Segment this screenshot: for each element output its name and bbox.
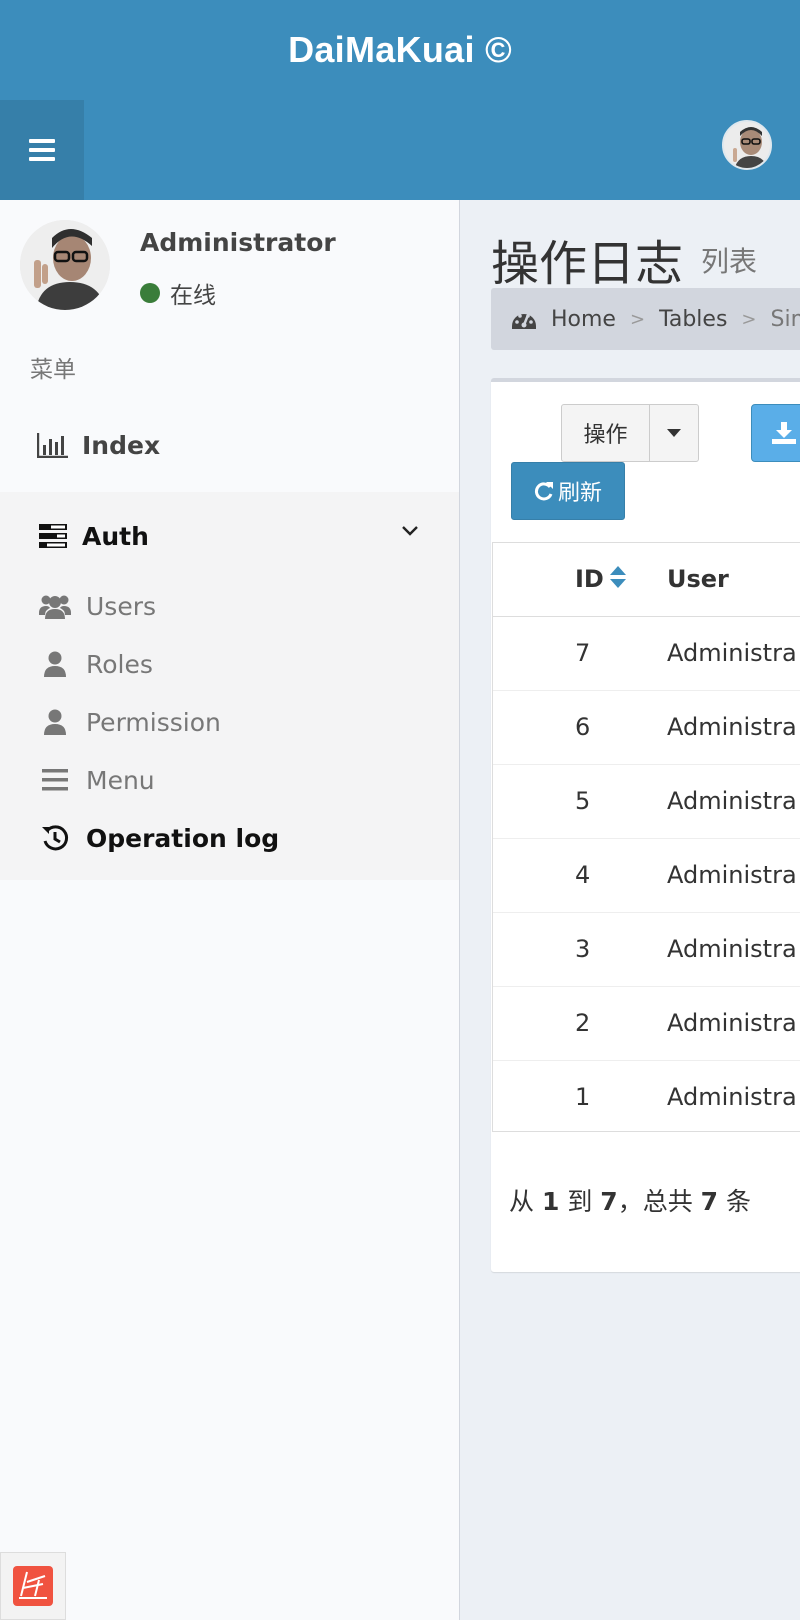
column-header-id[interactable]: ID (575, 565, 626, 594)
user-status-label: 在线 (170, 283, 216, 309)
brand-bar: DaiMaKuai © (0, 0, 800, 100)
hamburger-icon (29, 139, 55, 161)
sidebar-toggle-button[interactable] (0, 100, 84, 200)
cell-id: 2 (575, 1009, 591, 1037)
grid-box: 操作 刷新 ID User 7 Administra 6 Administra (491, 378, 800, 1272)
content: 操作日志 列表 Home > Tables > Simp 操作 刷新 ID Us… (461, 200, 800, 1620)
dashboard-icon (511, 308, 537, 330)
brand-title[interactable]: DaiMaKuai © (288, 29, 512, 71)
menu-header: 菜单 (30, 357, 76, 383)
cell-user: Administra (667, 787, 797, 815)
cell-user: Administra (667, 713, 797, 741)
table-row: 2 Administra (493, 987, 800, 1061)
breadcrumb-current: Simp (770, 306, 800, 332)
cell-id: 5 (575, 787, 591, 815)
page-subtitle: 列表 (701, 245, 758, 278)
history-icon (38, 821, 72, 855)
user-icon (38, 705, 72, 739)
cell-id: 1 (575, 1083, 591, 1111)
sidebar-item-index[interactable]: Index (0, 415, 459, 475)
sidebar-item-auth[interactable]: Auth (0, 492, 459, 580)
sidebar-item-label: Permission (86, 707, 221, 737)
table-row: 6 Administra (493, 691, 800, 765)
table-row: 1 Administra (493, 1061, 800, 1135)
page-title: 操作日志 (491, 236, 684, 292)
sidebar-item-label: Users (86, 591, 157, 621)
user-avatar (20, 220, 110, 310)
breadcrumb: Home > Tables > Simp (491, 288, 800, 350)
user-icon (38, 647, 72, 681)
bar-chart-icon (36, 428, 70, 462)
sidebar-item-permission[interactable]: Permission (0, 694, 459, 750)
table-row: 5 Administra (493, 765, 800, 839)
user-panel: Administrator 在线 (0, 200, 460, 330)
sidebar: Administrator 在线 菜单 Index Auth Users Rol… (0, 200, 460, 1620)
sidebar-item-operation-log[interactable]: Operation log (0, 810, 459, 866)
laravel-logo-icon (13, 1566, 53, 1606)
refresh-button[interactable]: 刷新 (511, 462, 625, 520)
debugbar-logo[interactable] (0, 1552, 66, 1620)
cell-user: Administra (667, 639, 797, 667)
cell-user: Administra (667, 861, 797, 889)
breadcrumb-tables[interactable]: Tables (659, 307, 727, 332)
sidebar-item-label: Menu (86, 765, 155, 795)
cell-user: Administra (667, 1009, 797, 1037)
sidebar-group-auth: Auth Users Roles Permission Menu Operati… (0, 492, 459, 880)
table-row: 7 Administra (493, 617, 800, 691)
top-navbar (0, 100, 800, 200)
tasks-icon (36, 519, 70, 553)
user-name: Administrator (140, 228, 336, 257)
batch-action-label[interactable]: 操作 (562, 405, 650, 461)
sidebar-item-users[interactable]: Users (0, 578, 459, 634)
table-header-row: ID User (493, 543, 800, 617)
pagination-summary: 从 1 到 7，总共 7 条 (509, 1187, 752, 1216)
cell-id: 7 (575, 639, 591, 667)
sidebar-item-menu[interactable]: Menu (0, 752, 459, 808)
breadcrumb-home[interactable]: Home (551, 307, 616, 332)
users-icon (38, 589, 72, 623)
sidebar-item-label: Operation log (86, 823, 280, 853)
sidebar-item-roles[interactable]: Roles (0, 636, 459, 692)
data-table: ID User 7 Administra 6 Administra 5 Admi… (492, 542, 800, 1132)
sort-icon[interactable] (609, 566, 626, 594)
sidebar-item-label: Index (82, 430, 161, 460)
refresh-label: 刷新 (557, 481, 602, 506)
user-status: 在线 (140, 276, 216, 310)
cell-id: 4 (575, 861, 591, 889)
table-row: 3 Administra (493, 913, 800, 987)
navbar-user-avatar[interactable] (722, 120, 772, 170)
breadcrumb-separator: > (629, 308, 646, 330)
online-status-icon (140, 283, 160, 303)
column-header-user: User (667, 565, 729, 593)
cell-user: Administra (667, 935, 797, 963)
caret-down-icon[interactable] (650, 405, 698, 461)
sidebar-item-label: Auth (82, 521, 149, 551)
cell-id: 6 (575, 713, 591, 741)
chevron-down-icon[interactable] (401, 522, 419, 541)
download-icon (772, 422, 796, 444)
cell-id: 3 (575, 935, 591, 963)
cell-user: Administra (667, 1083, 797, 1111)
table-row: 4 Administra (493, 839, 800, 913)
export-button[interactable] (751, 404, 800, 462)
batch-action-dropdown[interactable]: 操作 (561, 404, 699, 462)
sidebar-item-label: Roles (86, 649, 153, 679)
breadcrumb-separator: > (741, 308, 757, 330)
refresh-icon (535, 482, 553, 501)
bars-icon (38, 763, 72, 797)
